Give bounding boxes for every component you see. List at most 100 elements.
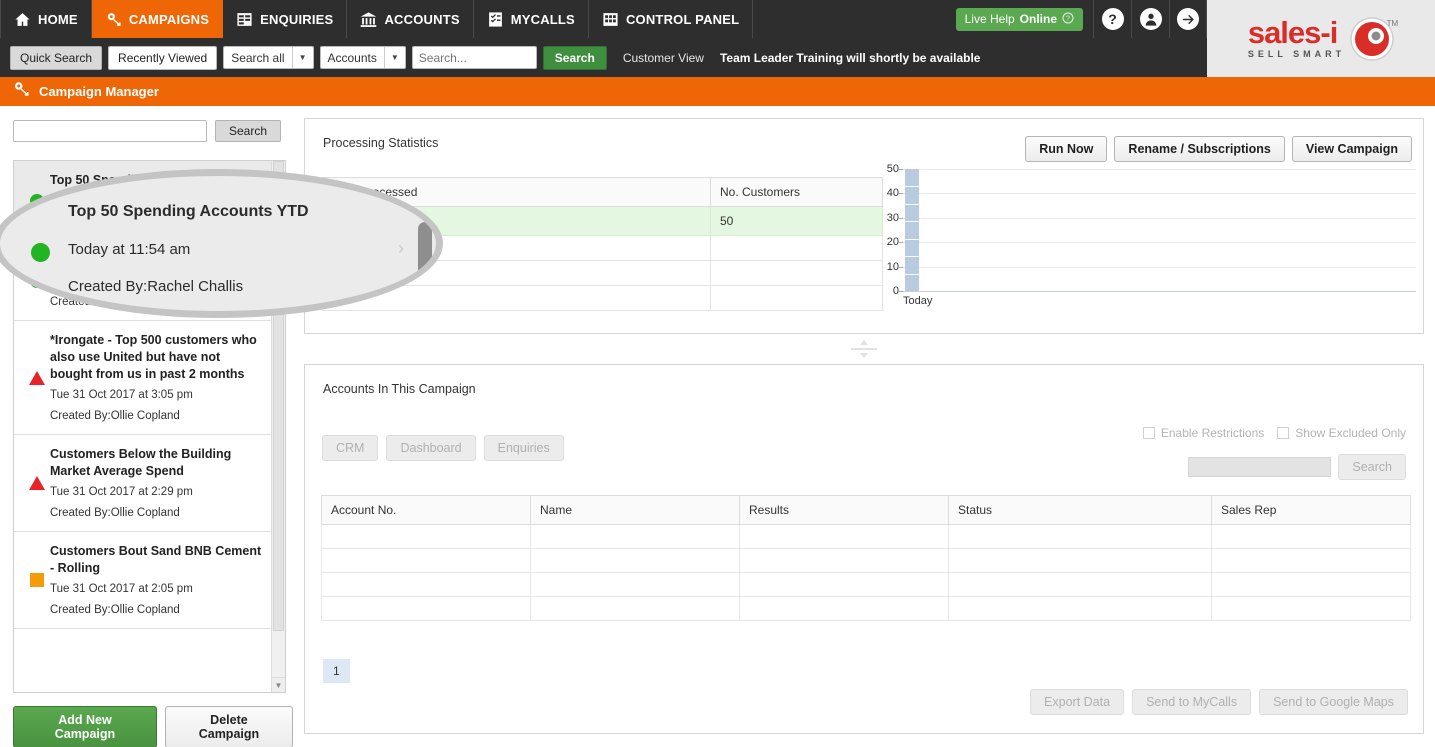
enquiries-button[interactable]: Enquiries	[483, 435, 564, 461]
callout-campaign-date: Today at 11:54 am	[68, 241, 191, 258]
nav-item-control-panel[interactable]: CONTROL PANEL	[589, 0, 754, 38]
accounts-table-body	[321, 524, 1411, 621]
svg-text:?: ?	[1066, 15, 1070, 22]
logout-arrow-icon	[1177, 8, 1199, 30]
logout-button[interactable]	[1169, 0, 1207, 38]
help-button[interactable]: ?	[1093, 0, 1131, 38]
user-account-button[interactable]	[1131, 0, 1169, 38]
enable-restrictions-checkbox-label[interactable]: Enable Restrictions	[1142, 426, 1265, 440]
customer-view-link[interactable]: Customer View	[623, 51, 704, 65]
campaigns-icon	[105, 11, 122, 28]
campaign-list-item[interactable]: Customers Bout Sand BNB Cement - Rolling…	[14, 532, 285, 629]
table-row[interactable]	[321, 572, 1411, 597]
show-excluded-checkbox-label[interactable]: Show Excluded Only	[1277, 426, 1406, 440]
column-header-sales-rep[interactable]: Sales Rep	[1211, 495, 1411, 525]
dashboard-button[interactable]: Dashboard	[386, 435, 476, 461]
quick-search-button[interactable]: Quick Search	[10, 45, 103, 70]
live-help-button[interactable]: Live Help Online ?	[955, 7, 1083, 31]
table-cell	[948, 548, 1212, 573]
column-header-results[interactable]: Results	[739, 495, 949, 525]
quick-search-bar: Quick Search Recently Viewed Search all …	[0, 38, 1207, 77]
table-cell	[321, 596, 531, 621]
panel-splitter-handle[interactable]	[304, 338, 1424, 360]
global-search-button[interactable]: Search	[542, 45, 607, 70]
callout-scrollbar-thumb	[418, 222, 432, 280]
chart-gridline	[903, 266, 1416, 268]
table-cell	[739, 548, 949, 573]
delete-campaign-button[interactable]: Delete Campaign	[164, 706, 293, 747]
campaign-name: *Irongate - Top 500 customers who also u…	[50, 333, 257, 381]
table-cell	[321, 548, 531, 573]
column-header-account-no[interactable]: Account No.	[321, 495, 531, 525]
page-number-1[interactable]: 1	[323, 659, 350, 683]
show-excluded-checkbox[interactable]	[1277, 427, 1290, 439]
callout-chevron-right-icon: ›	[398, 238, 404, 258]
table-row[interactable]	[321, 524, 1411, 549]
status-red-triangle-icon	[29, 370, 45, 385]
control-panel-icon	[602, 11, 619, 28]
table-row[interactable]	[321, 596, 1411, 621]
view-campaign-button[interactable]: View Campaign	[1291, 136, 1412, 162]
table-cell	[321, 572, 531, 597]
accounts-pagination: 1	[323, 659, 350, 683]
nav-item-mycalls[interactable]: MYCALLS	[474, 0, 589, 38]
chart-axis-tick	[898, 266, 903, 268]
scroll-down-arrow-icon[interactable]: ▼	[272, 677, 285, 692]
table-cell	[530, 572, 740, 597]
accounts-footer-buttons: Export Data Send to MyCalls Send to Goog…	[1030, 689, 1408, 715]
nav-item-campaigns[interactable]: CAMPAIGNS	[91, 0, 224, 38]
nav-label-home: HOME	[38, 11, 78, 27]
column-header-name[interactable]: Name	[530, 495, 740, 525]
accounts-panel-title: Accounts In This Campaign	[323, 382, 476, 396]
campaign-search-button[interactable]: Search	[214, 120, 281, 142]
add-new-campaign-button[interactable]: Add New Campaign	[13, 706, 157, 747]
resize-vertical-icon	[851, 340, 877, 358]
send-to-google-maps-button[interactable]: Send to Google Maps	[1259, 689, 1408, 715]
rename-subscriptions-button[interactable]: Rename / Subscriptions	[1114, 136, 1285, 162]
logo-eye-icon: TM	[1350, 16, 1398, 61]
campaign-search-input[interactable]	[13, 120, 207, 142]
search-scope-select[interactable]: Search all ▼	[223, 46, 314, 69]
recently-viewed-button[interactable]: Recently Viewed	[108, 45, 218, 70]
column-header-no-customers[interactable]: No. Customers	[710, 177, 883, 207]
enable-restrictions-text: Enable Restrictions	[1160, 426, 1265, 440]
campaign-status-marker	[24, 370, 50, 385]
cell-no-customers: 50	[710, 206, 883, 236]
user-avatar-icon	[1139, 8, 1162, 30]
campaign-list-item[interactable]: Customers Below the Building Market Aver…	[14, 435, 285, 532]
status-orange-square-icon	[30, 573, 44, 587]
campaign-name: Customers Below the Building Market Aver…	[50, 447, 232, 478]
table-cell	[948, 572, 1212, 597]
nav-item-accounts[interactable]: ACCOUNTS	[347, 0, 474, 38]
table-row[interactable]	[321, 548, 1411, 573]
page-title: Campaign Manager	[39, 84, 159, 99]
nav-item-home[interactable]: HOME	[0, 0, 92, 38]
send-to-mycalls-button[interactable]: Send to MyCalls	[1132, 689, 1252, 715]
chart-axis-tick	[898, 169, 903, 170]
nav-label-control-panel: CONTROL PANEL	[625, 11, 740, 27]
table-cell	[1211, 572, 1411, 597]
campaign-list-item[interactable]: *Irongate - Top 500 customers who also u…	[14, 321, 285, 435]
chart-plot-area	[898, 169, 1416, 292]
chart-y-axis: 0 10 20 30 40 50	[871, 163, 899, 297]
crm-button[interactable]: CRM	[322, 435, 379, 461]
campaign-manager-icon	[12, 80, 30, 103]
nav-item-enquiries[interactable]: ENQUIRIES	[223, 0, 348, 38]
global-search-input[interactable]	[411, 46, 537, 69]
chart-axis-tick	[898, 291, 903, 292]
export-data-button[interactable]: Export Data	[1030, 689, 1125, 715]
mycalls-icon	[487, 11, 504, 28]
campaign-date: Tue 31 Oct 2017 at 2:05 pm	[50, 583, 193, 595]
accounts-search-input[interactable]	[1188, 457, 1332, 477]
column-header-status[interactable]: Status	[948, 495, 1212, 525]
search-entity-select[interactable]: Accounts ▼	[319, 46, 406, 69]
search-entity-value: Accounts	[327, 50, 377, 65]
enable-restrictions-checkbox[interactable]	[1142, 427, 1155, 439]
run-now-button[interactable]: Run Now	[1025, 136, 1108, 162]
chart-bar[interactable]	[905, 169, 919, 291]
accounts-search-button[interactable]: Search	[1338, 454, 1406, 480]
table-cell	[1211, 524, 1411, 549]
chart-gridline	[903, 193, 1416, 195]
chart-y-tick-label: 30	[886, 211, 899, 224]
callout-campaign-name: Top 50 Spending Accounts YTD	[68, 203, 309, 220]
